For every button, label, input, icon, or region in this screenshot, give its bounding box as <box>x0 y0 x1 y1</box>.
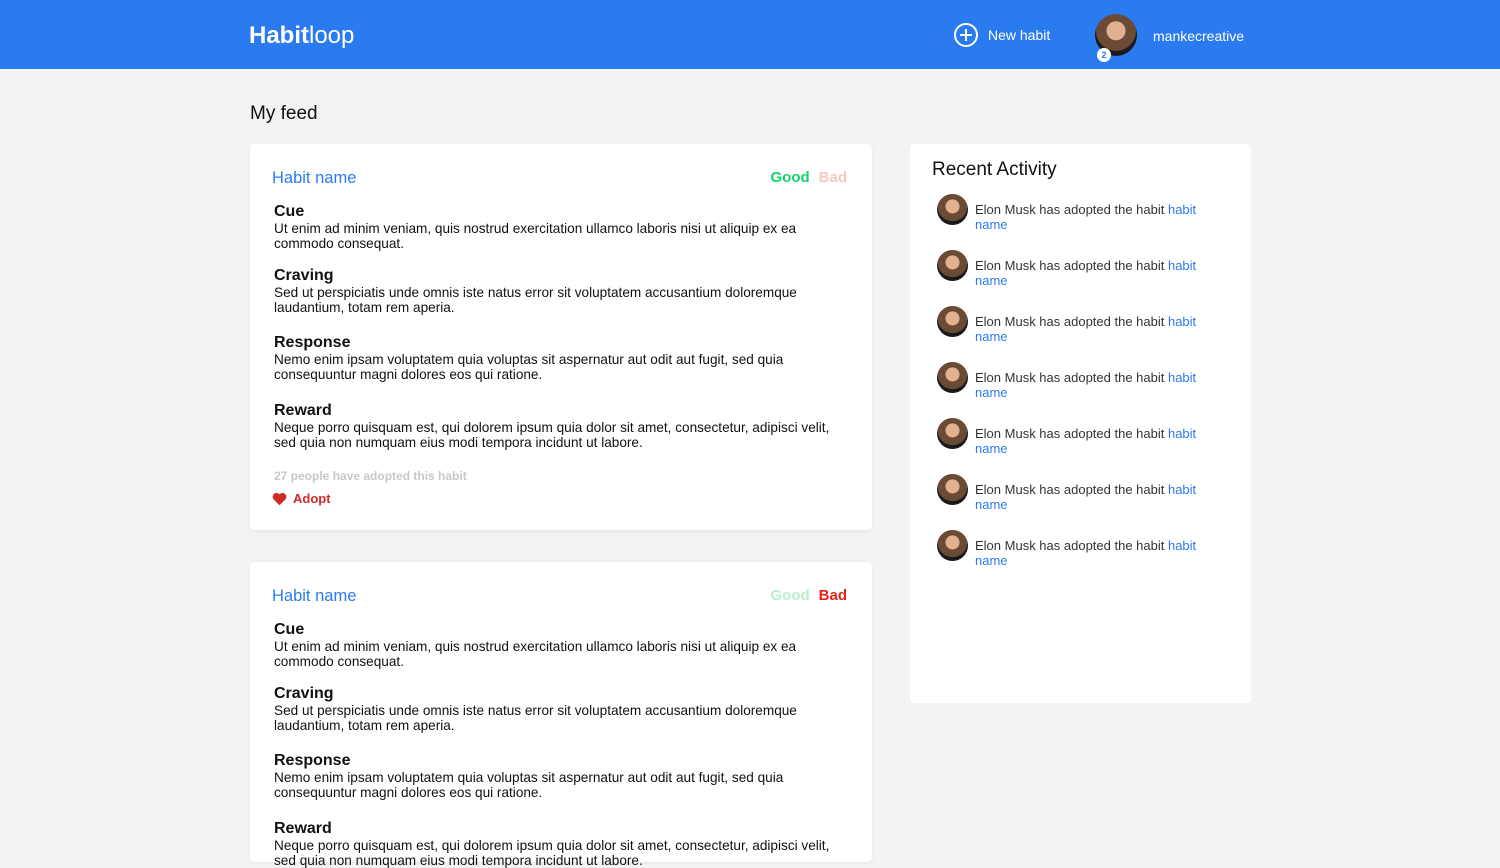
avatar[interactable] <box>937 474 968 505</box>
craving-section: Craving Sed ut perspiciatis unde omnis is… <box>274 685 797 733</box>
plus-circle-icon <box>954 23 978 47</box>
craving-section: Craving Sed ut perspiciatis unde omnis is… <box>274 267 797 315</box>
avatar[interactable] <box>937 194 968 225</box>
activity-text: Elon Musk has adopted the habit <box>975 538 1168 553</box>
response-section: Response Nemo enim ipsam voluptatem quia … <box>274 334 784 382</box>
activity-text: Elon Musk has adopted the habit <box>975 482 1168 497</box>
notification-badge[interactable]: 2 <box>1097 48 1111 62</box>
activity-text: Elon Musk has adopted the habit <box>975 202 1168 217</box>
habit-card: Habit name Good Bad Cue Ut enim ad minim v… <box>250 562 872 868</box>
username[interactable]: mankecreative <box>1153 28 1244 44</box>
adopted-count: 27 people have adopted this habit <box>274 469 467 483</box>
activity-item: Elon Musk has adopted the habit habit na… <box>937 306 1237 344</box>
response-section: Response Nemo enim ipsam voluptatem quia … <box>274 752 784 800</box>
new-habit-button[interactable]: New habit <box>954 23 1050 47</box>
habit-name-link[interactable]: Habit name <box>272 587 356 606</box>
new-habit-label: New habit <box>988 27 1051 43</box>
bad-toggle[interactable]: Bad <box>819 587 847 604</box>
activity-text: Elon Musk has adopted the habit <box>975 258 1168 273</box>
activity-text: Elon Musk has adopted the habit <box>975 426 1168 441</box>
logo[interactable]: Habitloop <box>249 22 354 50</box>
activity-text: Elon Musk has adopted the habit <box>975 314 1168 329</box>
cue-section: Cue Ut enim ad minim veniam, quis nostrud… <box>274 621 797 669</box>
top-bar: Habitloop New habit 2 mankecreative <box>0 0 1500 69</box>
activity-item: Elon Musk has adopted the habit habit na… <box>937 530 1237 568</box>
reward-section: Reward Neque porro quisquam est, qui dolo… <box>274 402 830 450</box>
avatar[interactable] <box>937 250 968 281</box>
avatar[interactable] <box>937 306 968 337</box>
activity-item: Elon Musk has adopted the habit habit na… <box>937 362 1237 400</box>
activity-item: Elon Musk has adopted the habit habit na… <box>937 418 1237 456</box>
adopt-button[interactable]: Adopt <box>272 491 331 506</box>
recent-activity-panel: Recent Activity Elon Musk has adopted th… <box>910 144 1251 703</box>
avatar[interactable] <box>937 362 968 393</box>
recent-activity-title: Recent Activity <box>932 159 1057 180</box>
reward-section: Reward Neque porro quisquam est, qui dolo… <box>274 820 830 868</box>
good-toggle[interactable]: Good <box>771 169 810 186</box>
activity-item: Elon Musk has adopted the habit habit na… <box>937 474 1237 512</box>
bad-toggle[interactable]: Bad <box>819 169 847 186</box>
activity-text: Elon Musk has adopted the habit <box>975 370 1168 385</box>
good-toggle[interactable]: Good <box>771 587 810 604</box>
habit-card: Habit name Good Bad Cue Ut enim ad minim v… <box>250 144 872 530</box>
avatar[interactable] <box>937 530 968 561</box>
heart-icon <box>272 492 287 505</box>
habit-name-link[interactable]: Habit name <box>272 169 356 188</box>
avatar[interactable] <box>937 418 968 449</box>
page-title: My feed <box>250 103 318 124</box>
activity-item: Elon Musk has adopted the habit habit na… <box>937 250 1237 288</box>
cue-section: Cue Ut enim ad minim veniam, quis nostrud… <box>274 203 797 251</box>
activity-item: Elon Musk has adopted the habit habit na… <box>937 194 1237 232</box>
